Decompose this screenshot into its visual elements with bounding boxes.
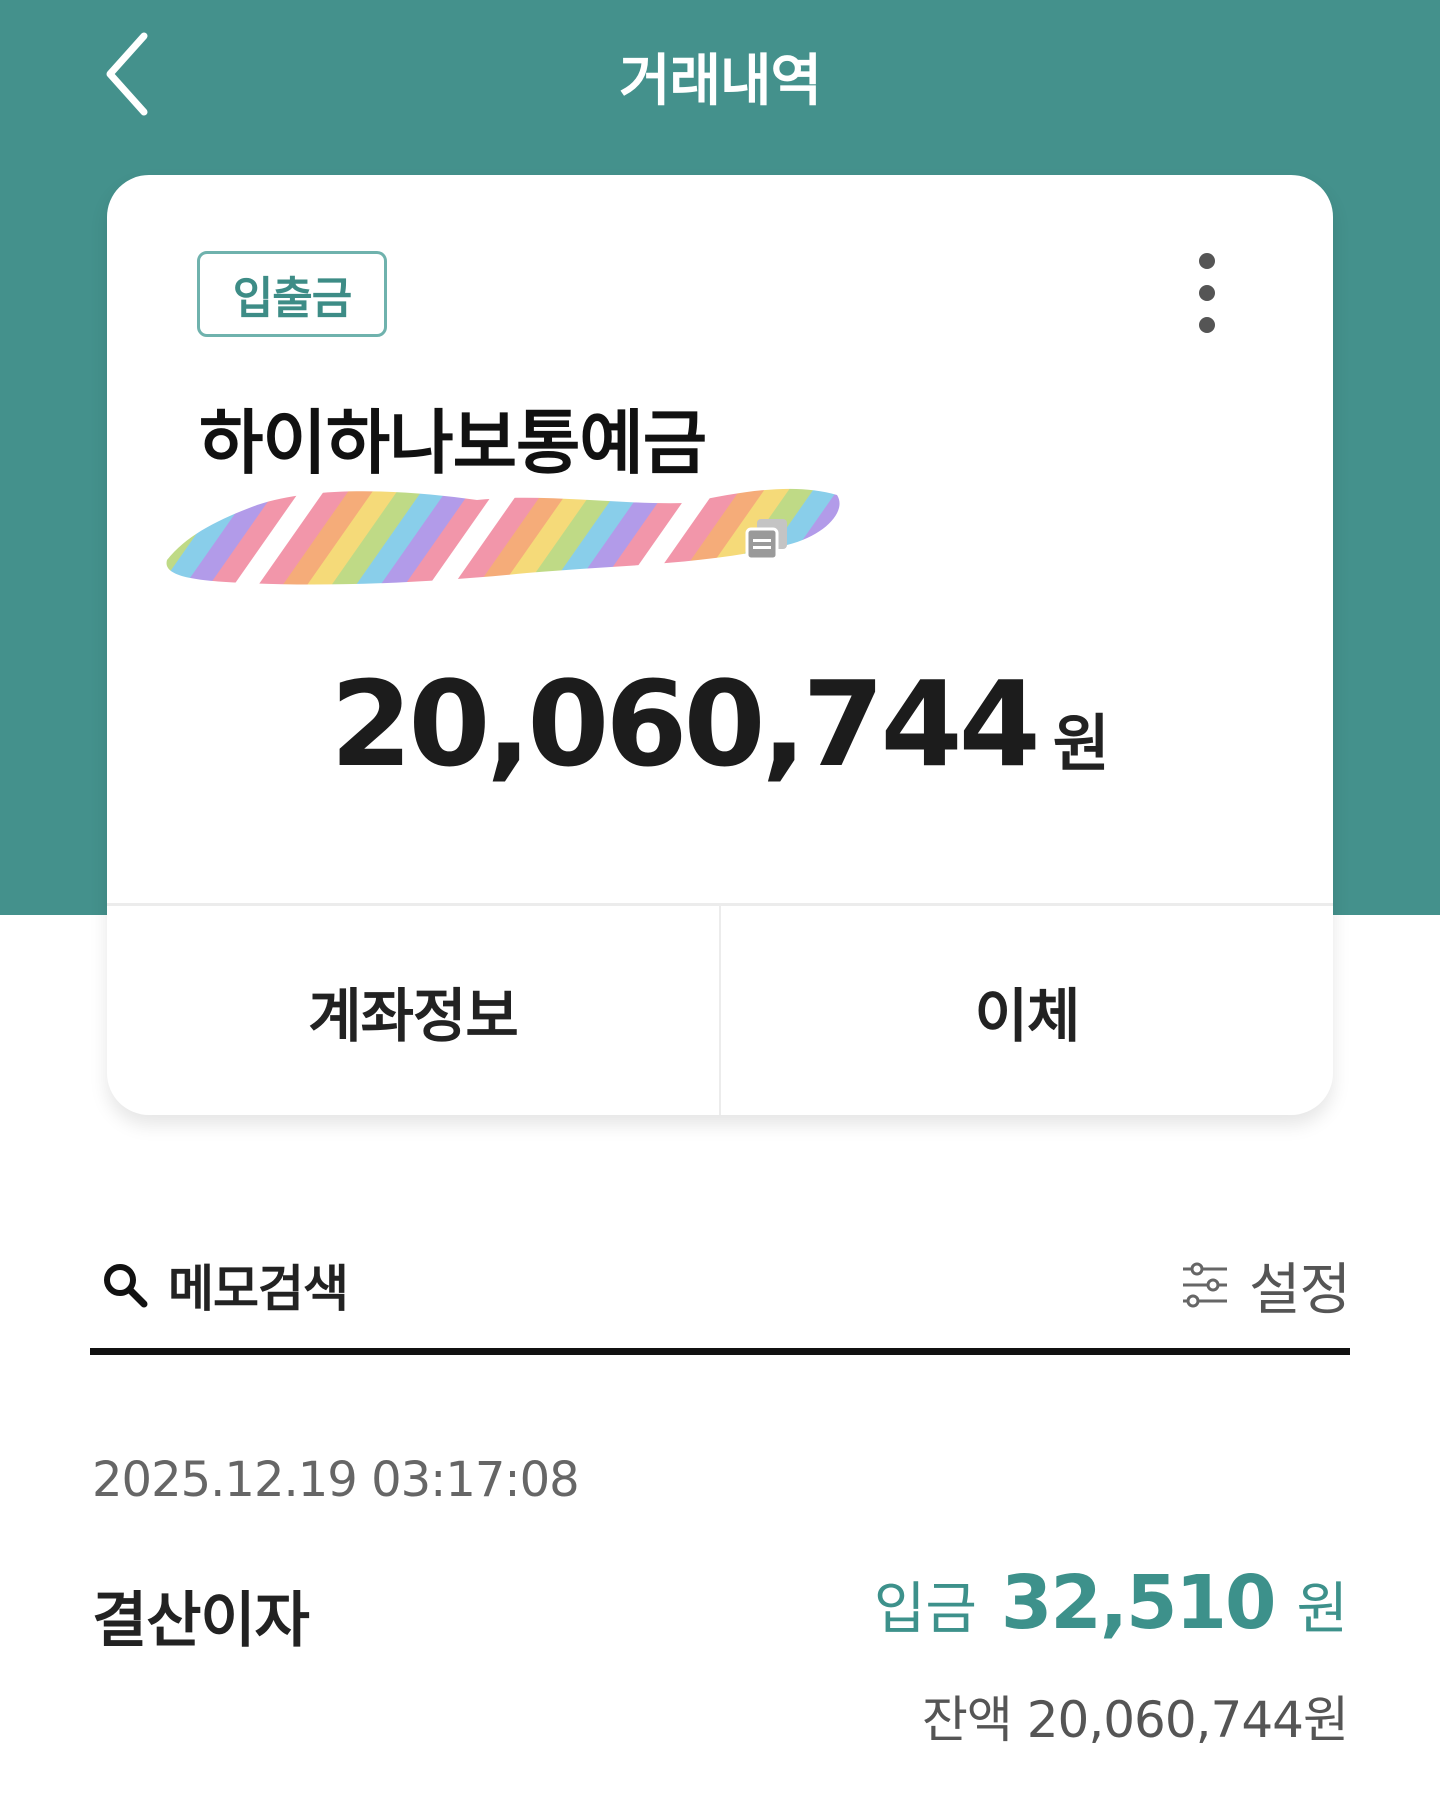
memo-search-label: 메모검색 xyxy=(168,1260,349,1318)
transaction-type: 입금 xyxy=(873,1577,977,1642)
search-icon xyxy=(104,1264,148,1308)
transfer-button[interactable]: 이체 xyxy=(721,906,1333,1115)
account-type-badge: 입출금 xyxy=(197,251,387,337)
transaction-history-screen: 거래내역 입출금 하이하나보통예금 20,060,744 원 계좌정보 이체 메… xyxy=(0,0,1440,1799)
balance-unit: 원 xyxy=(1052,707,1110,780)
copy-icon[interactable] xyxy=(739,513,795,569)
transaction-unit: 원 xyxy=(1296,1577,1348,1642)
more-dot xyxy=(1199,317,1215,333)
page-title: 거래내역 xyxy=(618,49,822,114)
more-dot xyxy=(1199,285,1215,301)
transaction-amount: 32,510 xyxy=(1000,1560,1277,1646)
balance-display: 20,060,744 원 xyxy=(107,655,1333,793)
sliders-icon xyxy=(1182,1262,1227,1308)
account-number-redaction xyxy=(166,488,840,585)
account-card: 입출금 하이하나보통예금 20,060,744 원 계좌정보 이체 xyxy=(107,175,1333,1115)
memo-search-button[interactable]: 메모검색 xyxy=(100,1240,600,1330)
transaction-balance: 잔액 20,060,744원 xyxy=(921,1691,1349,1749)
balance-amount: 20,060,744 xyxy=(330,655,1040,793)
transaction-description[interactable]: 결산이자 xyxy=(92,1572,310,1659)
settings-label: 설정 xyxy=(1248,1257,1351,1323)
account-info-button[interactable]: 계좌정보 xyxy=(107,906,719,1115)
more-options-button[interactable] xyxy=(1167,243,1247,353)
more-dot xyxy=(1199,253,1215,269)
transaction-datetime: 2025.12.19 03:17:08 xyxy=(92,1452,580,1508)
search-underline xyxy=(90,1348,1350,1355)
app-header: 거래내역 xyxy=(0,0,1440,150)
filter-settings-button[interactable]: 설정 xyxy=(1179,1240,1351,1330)
transaction-amount-row: 입금 32,510 원 xyxy=(874,1560,1348,1646)
search-bar: 메모검색 설정 xyxy=(90,1220,1351,1355)
